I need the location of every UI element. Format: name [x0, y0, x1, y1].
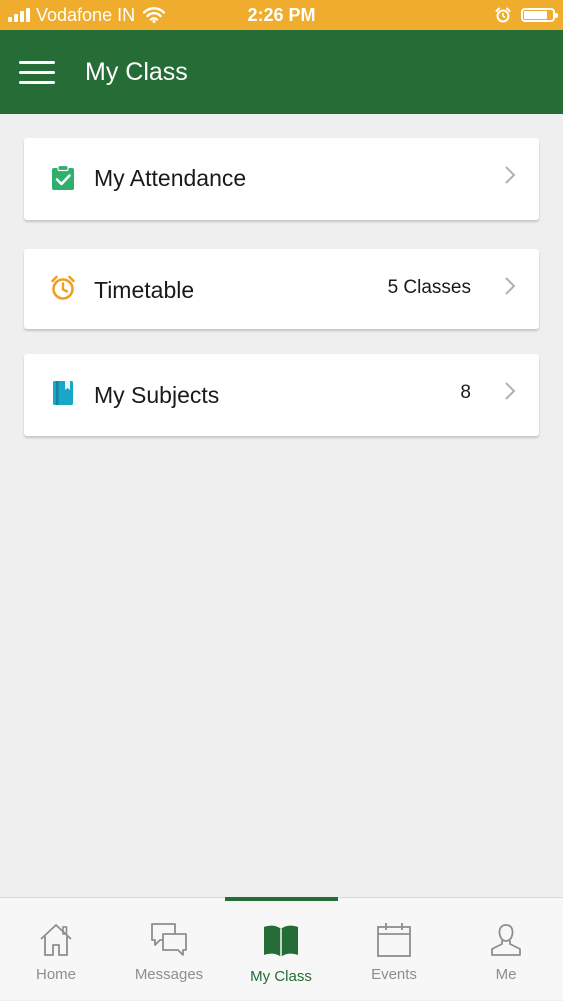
status-time: 2:26 PM	[247, 5, 316, 25]
app-bar: My Class	[0, 30, 563, 114]
tab-home[interactable]: Home	[0, 898, 112, 1001]
tab-label-events: Events	[371, 966, 417, 983]
alarm-icon	[495, 7, 511, 23]
hamburger-menu-icon[interactable]	[19, 58, 55, 86]
card-meta-subjects: 8	[460, 382, 471, 403]
status-bar: Vodafone IN 2:26 PM	[0, 0, 563, 30]
messages-icon	[151, 923, 187, 956]
subjects-card[interactable]: My Subjects 8	[24, 354, 539, 436]
tab-my-class[interactable]: My Class	[225, 898, 337, 1001]
open-book-icon	[264, 925, 298, 957]
status-right	[495, 0, 558, 30]
alarm-clock-icon	[51, 275, 75, 300]
tab-label-me: Me	[495, 966, 517, 983]
chevron-right-icon	[505, 166, 516, 184]
tab-me[interactable]: Me	[450, 898, 562, 1001]
card-label-attendance: My Attendance	[94, 165, 247, 191]
bottom-tab-bar: Home Messages My Class Events Me	[0, 897, 563, 1000]
battery-level	[524, 11, 547, 19]
home-icon	[40, 924, 72, 956]
card-meta-timetable: 5 Classes	[387, 277, 471, 298]
tab-label-messages: Messages	[134, 966, 204, 983]
clipboard-check-icon	[52, 165, 74, 190]
battery-icon	[521, 8, 558, 22]
tab-label-my-class: My Class	[250, 968, 312, 985]
attendance-card[interactable]: My Attendance	[24, 138, 539, 220]
user-icon	[491, 924, 521, 956]
chevron-right-icon	[505, 382, 516, 400]
tab-label-home: Home	[35, 966, 76, 983]
timetable-card[interactable]: Timetable 5 Classes	[24, 249, 539, 329]
tab-events[interactable]: Events	[338, 898, 450, 1001]
chevron-right-icon	[505, 277, 516, 295]
calendar-icon	[377, 923, 411, 957]
card-label-subjects: My Subjects	[94, 382, 220, 408]
card-label-timetable: Timetable	[94, 277, 195, 303]
tab-messages[interactable]: Messages	[113, 898, 225, 1001]
book-icon	[53, 381, 73, 405]
page-title: My Class	[85, 58, 188, 86]
